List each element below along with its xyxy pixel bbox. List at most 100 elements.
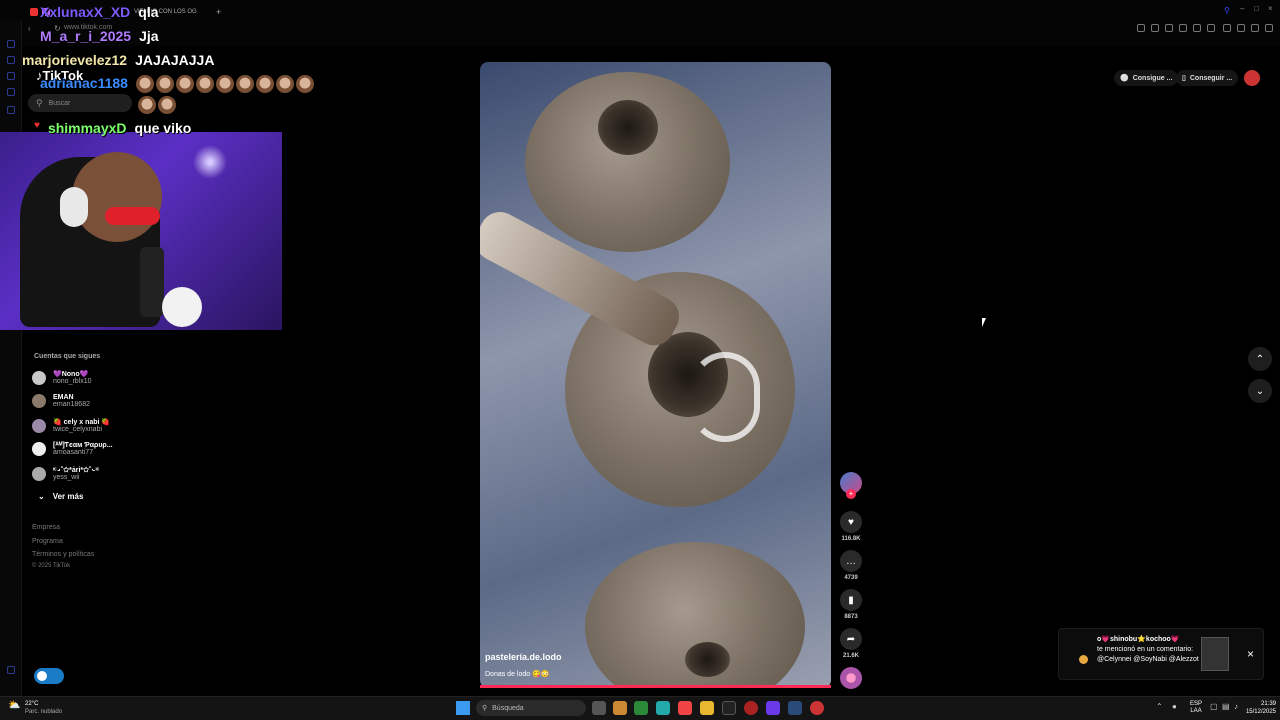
account-handle: twice_celyxnabi (53, 426, 103, 433)
app-icon[interactable] (613, 701, 627, 715)
windows-start-icon[interactable] (456, 701, 470, 715)
notification-body: te mencionó en un comentario: @Celynnei … (1097, 646, 1199, 663)
play-icon[interactable] (1193, 24, 1201, 32)
task-view-icon[interactable] (592, 701, 606, 715)
see-more-button[interactable]: ⌄ Ver más (38, 492, 83, 501)
cat-emote-icon (138, 96, 156, 114)
minimize-icon[interactable]: – (1240, 4, 1244, 13)
share-button[interactable]: ➦ 21.6K (840, 628, 862, 659)
footer-link-terms[interactable]: Términos y políticas (32, 551, 94, 558)
weather-widget[interactable]: 22°C Parc. nublado (25, 700, 62, 716)
clock[interactable]: 21:39 15/12/2025 (1236, 700, 1276, 716)
following-account[interactable]: 🍓 cely x nabi 🍓 twice_celyxnabi (32, 418, 110, 433)
excel-icon[interactable] (634, 701, 648, 715)
extension-icon[interactable] (1179, 24, 1187, 32)
get-coins-button[interactable]: ⚪ Consigue ... (1114, 70, 1179, 86)
cat-emote-icon (155, 75, 174, 94)
plush-toy (162, 287, 202, 327)
display-icon[interactable]: ▢ (1210, 702, 1218, 711)
cat-emote-icon (135, 75, 154, 94)
weather-icon: ⛅ (8, 700, 21, 711)
language-indicator[interactable]: ESP LAA (1190, 701, 1202, 715)
chat-icon[interactable] (1223, 24, 1231, 32)
browser-side-panel (0, 20, 22, 696)
new-tab-icon[interactable]: + (216, 4, 221, 20)
chat-username: adrianac1188 (40, 75, 128, 91)
discord-icon[interactable] (766, 701, 780, 715)
like-count: 116.8K (841, 536, 861, 542)
maximize-icon[interactable]: □ (1254, 4, 1259, 13)
following-account[interactable]: ᶦᶜ ̵̵·˚✩*ȧri*✩˚·̵̵ ᶦᶜ yess_wii (32, 466, 99, 481)
panel-icon[interactable] (7, 56, 15, 64)
video-progress-bar[interactable] (480, 685, 831, 688)
video-thumbnail[interactable] (1201, 637, 1229, 671)
avatar (32, 466, 46, 481)
following-account[interactable]: 💜Nono💜 nono_rblx10 (32, 370, 92, 385)
bookmark-icon: ▮ (840, 589, 862, 611)
music-disc-button[interactable] (840, 667, 862, 689)
extension-icon[interactable] (1151, 24, 1159, 32)
chat-emotes (138, 96, 178, 114)
microphone (140, 247, 164, 317)
brave-icon[interactable] (678, 701, 692, 715)
video-player[interactable] (480, 62, 831, 688)
avatar (32, 370, 46, 385)
account-handle: eman18682 (53, 401, 90, 408)
comment-button[interactable]: … 4739 (840, 550, 862, 581)
panel-icon[interactable] (7, 40, 15, 48)
comment-count: 4739 (844, 575, 858, 581)
cat-emote-icon (175, 75, 194, 94)
get-app-button[interactable]: ▯ Conseguir ... (1176, 70, 1239, 86)
follow-plus-icon[interactable]: + (846, 489, 856, 499)
panel-icon[interactable] (7, 106, 15, 114)
following-account[interactable]: [ᴬᴹ]Ƭєαм Ƥαρυρ... amoasanti77 (32, 442, 113, 456)
close-icon[interactable]: × (1268, 4, 1273, 13)
bookmark-icon[interactable] (1137, 24, 1145, 32)
steam-icon[interactable] (788, 701, 802, 715)
file-explorer-icon[interactable] (700, 701, 714, 715)
taskbar-search[interactable]: ⚲ Búsqueda (476, 700, 586, 716)
chevron-up-icon[interactable]: ⌃ (1156, 702, 1163, 711)
like-button[interactable]: ♥ 116.8K (840, 511, 862, 542)
account-name: EMAN (53, 394, 74, 401)
toggle-switch[interactable] (34, 668, 64, 684)
chrome-icon[interactable] (810, 701, 824, 715)
search-input[interactable]: ⚲ Buscar (28, 94, 132, 112)
toggle-knob (37, 671, 47, 681)
settings-icon[interactable] (1251, 24, 1259, 32)
download-icon[interactable] (1237, 24, 1245, 32)
search-icon[interactable]: ⚲ (1224, 6, 1230, 15)
heart-icon[interactable] (1207, 24, 1215, 32)
panel-icon[interactable] (7, 72, 15, 80)
account-handle: nono_rblx10 (53, 378, 92, 385)
microphone-icon[interactable]: ● (1172, 702, 1177, 711)
next-video-button[interactable]: ⌄ (1248, 379, 1272, 403)
opera-icon[interactable] (744, 701, 758, 715)
notification-toast[interactable]: o💗shinobu⭐kochoo💗 te mencionó en un come… (1058, 628, 1264, 680)
extension-icon[interactable] (1165, 24, 1173, 32)
comment-icon: … (840, 550, 862, 572)
following-account[interactable]: EMAN eman18682 (32, 394, 90, 408)
video-author[interactable]: pastelería.de.lodo (485, 652, 562, 662)
heart-icon: ♥ (840, 511, 862, 533)
cat-emote-icon (158, 96, 176, 114)
chat-message: XxlunaxX_XD qla (40, 4, 159, 20)
network-icon[interactable]: ▤ (1222, 702, 1230, 711)
profile-avatar[interactable] (1244, 70, 1260, 86)
panel-icon[interactable] (7, 88, 15, 96)
panel-icon[interactable] (7, 666, 15, 674)
footer-link-company[interactable]: Empresa (32, 524, 60, 531)
share-count: 21.6K (842, 653, 859, 659)
footer-link-program[interactable]: Programa (32, 538, 63, 545)
save-button[interactable]: ▮ 8873 (840, 589, 862, 620)
previous-video-button[interactable]: ⌃ (1248, 347, 1272, 371)
search-icon: ⚲ (482, 705, 488, 712)
menu-icon[interactable] (1265, 24, 1273, 32)
back-icon[interactable]: ‹ (28, 24, 31, 33)
cat-emote-icon (275, 75, 294, 94)
capcut-icon[interactable] (722, 701, 736, 715)
close-icon[interactable]: × (1247, 647, 1254, 661)
app-icon[interactable] (656, 701, 670, 715)
lights-decoration (180, 132, 240, 192)
author-avatar-button[interactable]: + (840, 472, 862, 499)
